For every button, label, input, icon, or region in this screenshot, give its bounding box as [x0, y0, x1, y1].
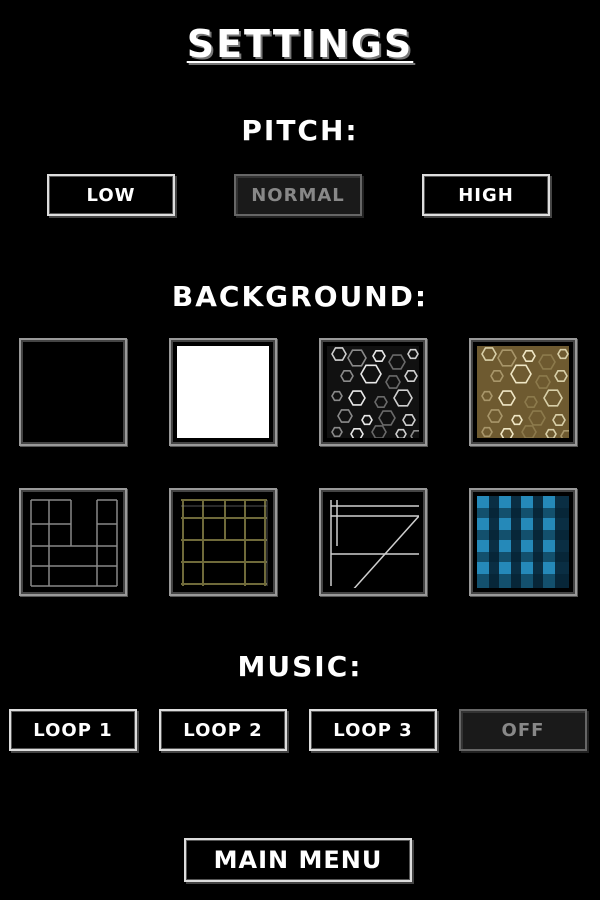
gold-hexagon-pattern	[477, 346, 569, 438]
pitch-normal-button[interactable]: NORMAL	[234, 174, 362, 216]
background-tile-gray-grid[interactable]	[19, 488, 127, 596]
background-tile-blue-plaid[interactable]	[469, 488, 577, 596]
background-tile-gold-hexagons[interactable]	[469, 338, 577, 446]
music-off-button[interactable]: OFF	[459, 709, 587, 751]
pitch-low-button[interactable]: LOW	[47, 174, 175, 216]
music-loop-3-button[interactable]: LOOP 3	[309, 709, 437, 751]
background-tile-black[interactable]	[19, 338, 127, 446]
gray-hexagon-pattern	[327, 346, 419, 438]
pitch-high-button[interactable]: HIGH	[422, 174, 550, 216]
background-tile-gray-hexagons[interactable]	[319, 338, 427, 446]
black-swatch	[27, 346, 119, 438]
music-loop-1-button[interactable]: LOOP 1	[9, 709, 137, 751]
line-sketch-pattern	[327, 496, 419, 588]
music-loop-2-button[interactable]: LOOP 2	[159, 709, 287, 751]
settings-title: SETTINGS	[186, 22, 414, 66]
music-heading: MUSIC:	[237, 650, 363, 683]
main-menu-button[interactable]: MAIN MENU	[184, 838, 412, 882]
gray-grid-pattern	[27, 496, 119, 588]
olive-grid-pattern	[177, 496, 269, 588]
background-tile-olive-grid[interactable]	[169, 488, 277, 596]
pitch-heading: PITCH:	[241, 114, 359, 147]
white-swatch	[177, 346, 269, 438]
background-heading: BACKGROUND:	[171, 280, 429, 313]
background-tile-line-sketch[interactable]	[319, 488, 427, 596]
blue-plaid-pattern	[477, 496, 569, 588]
background-tile-white[interactable]	[169, 338, 277, 446]
